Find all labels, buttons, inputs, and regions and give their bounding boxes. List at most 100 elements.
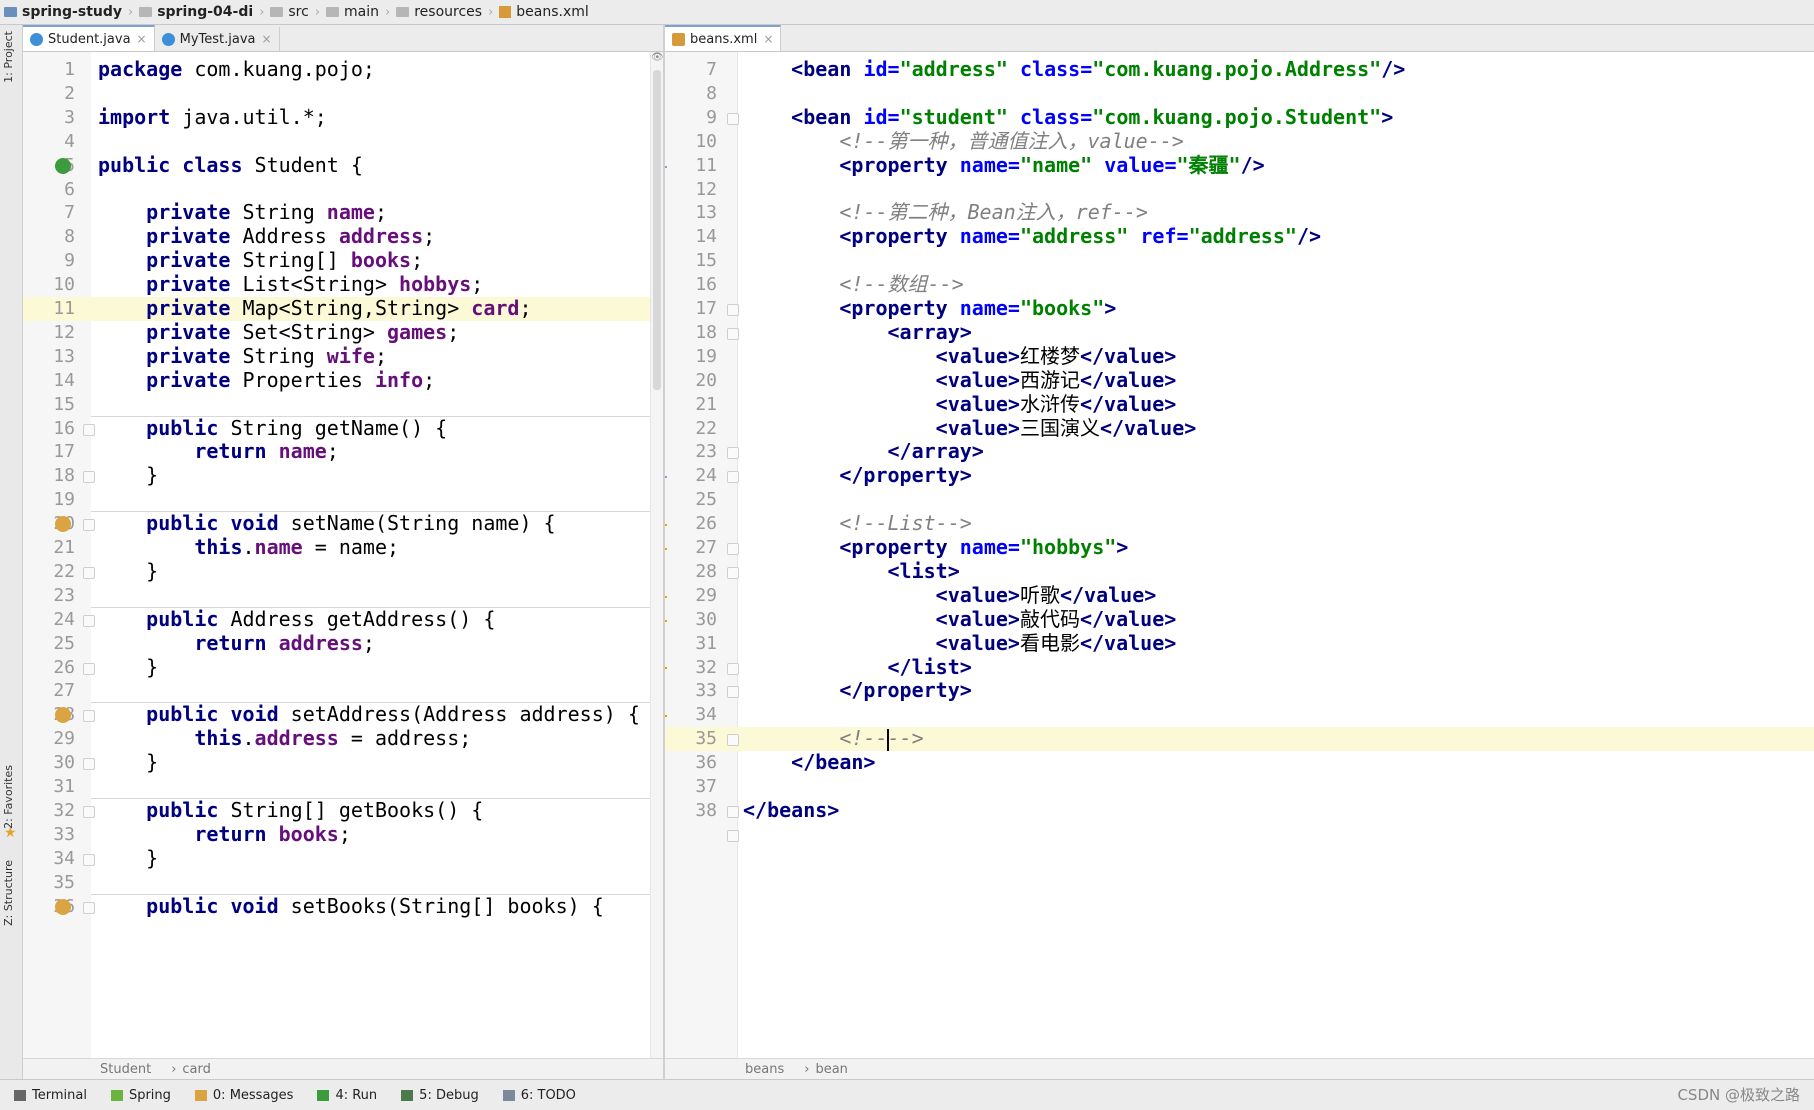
code-line[interactable]: <array> <box>743 320 1814 345</box>
fold-marker-icon[interactable] <box>727 304 739 316</box>
code-line[interactable]: this.name = name; <box>98 535 663 560</box>
breadcrumb-main[interactable]: main <box>322 0 383 24</box>
code-line[interactable]: <property name="name" value="秦疆"/> <box>743 153 1814 178</box>
code-line[interactable] <box>743 703 1814 727</box>
tool-window-0-messages[interactable]: 0: Messages <box>194 1088 293 1103</box>
code-line[interactable] <box>98 679 663 703</box>
fold-marker-icon[interactable] <box>83 662 95 675</box>
fold-marker-icon[interactable] <box>83 758 95 771</box>
code-line[interactable]: <value>红楼梦</value> <box>743 344 1814 369</box>
tab-student-java[interactable]: Student.java × <box>23 25 155 51</box>
fold-marker-icon[interactable] <box>727 566 739 579</box>
code-line[interactable]: <!--List--> <box>743 511 1814 536</box>
code-line[interactable]: public void setAddress(Address address) … <box>98 702 663 727</box>
code-line[interactable]: <value>西游记</value> <box>743 368 1814 393</box>
fold-marker-icon[interactable] <box>83 519 95 532</box>
code-line[interactable]: private Properties info; <box>98 368 663 393</box>
code-line[interactable] <box>98 82 663 106</box>
close-icon[interactable]: × <box>763 32 773 46</box>
code-line[interactable] <box>98 130 663 154</box>
fold-marker-icon[interactable] <box>83 471 95 484</box>
code-line[interactable]: } <box>98 750 663 775</box>
fold-marker-icon[interactable] <box>83 614 95 627</box>
code-line[interactable]: <value>三国演义</value> <box>743 416 1814 441</box>
code-line[interactable]: </list> <box>743 655 1814 680</box>
code-line[interactable]: private Set<String> games; <box>98 320 663 345</box>
code-line[interactable]: private Map<String,String> card; <box>98 296 663 321</box>
property-icon[interactable] <box>55 898 71 915</box>
fold-marker-icon[interactable] <box>83 710 95 723</box>
tool-window-5-debug[interactable]: 5: Debug <box>401 1088 479 1103</box>
fold-marker-icon[interactable] <box>83 901 95 914</box>
code-line[interactable] <box>743 82 1814 106</box>
code-line[interactable]: private String name; <box>98 200 663 225</box>
fold-marker-icon[interactable] <box>83 853 95 866</box>
code-line[interactable] <box>98 871 663 895</box>
code-line[interactable]: import java.util.*; <box>98 105 663 130</box>
code-line[interactable]: <!--第二种，Bean注入，ref--> <box>743 200 1814 225</box>
code-line[interactable]: } <box>98 846 663 871</box>
fold-marker-icon[interactable] <box>727 662 739 675</box>
java-editor[interactable]: 1 package com.kuang.pojo; 2 3 import java.ut… <box>23 52 663 1059</box>
fold-marker-icon[interactable] <box>727 471 739 484</box>
code-line[interactable]: package com.kuang.pojo; <box>98 57 663 82</box>
code-line[interactable] <box>743 178 1814 202</box>
code-line[interactable] <box>98 584 663 608</box>
code-line[interactable]: <property name="books"> <box>743 296 1814 321</box>
breadcrumb-resources[interactable]: resources <box>392 0 486 24</box>
code-line[interactable]: <property name="hobbys"> <box>743 535 1814 560</box>
code-line[interactable]: public void setName(String name) { <box>98 511 663 536</box>
code-line[interactable] <box>98 393 663 417</box>
project-tool-button[interactable]: 1: Project <box>2 31 15 83</box>
fold-marker-icon[interactable] <box>83 423 95 436</box>
code-line[interactable]: <!----> <box>743 726 1814 751</box>
code-line[interactable]: public class Student { <box>98 153 663 178</box>
fold-marker-icon[interactable] <box>727 829 739 842</box>
spring-bean-icon[interactable] <box>55 157 71 174</box>
code-line[interactable]: <value>敲代码</value> <box>743 607 1814 632</box>
code-line[interactable]: } <box>98 655 663 680</box>
code-line[interactable]: } <box>98 463 663 488</box>
code-line[interactable]: <list> <box>743 559 1814 584</box>
fold-marker-icon[interactable] <box>727 112 739 125</box>
code-line[interactable]: public Address getAddress() { <box>98 607 663 632</box>
fold-marker-icon[interactable] <box>727 734 739 747</box>
code-line[interactable] <box>98 488 663 512</box>
code-line[interactable]: public String[] getBooks() { <box>98 798 663 823</box>
breadcrumb-src[interactable]: src <box>266 0 312 24</box>
tab-beans-xml[interactable]: beans.xml × <box>665 25 782 51</box>
code-line[interactable]: <bean id="address" class="com.kuang.pojo… <box>743 57 1814 82</box>
fold-marker-icon[interactable] <box>727 543 739 555</box>
code-line[interactable]: </array> <box>743 439 1814 464</box>
tool-window-6-todo[interactable]: 6: TODO <box>502 1088 576 1103</box>
java-scrollbar-thumb[interactable] <box>653 70 661 390</box>
java-scrollbar[interactable]: 👁 <box>650 52 663 1059</box>
fold-marker-icon[interactable] <box>727 447 739 460</box>
code-line[interactable]: } <box>98 559 663 584</box>
code-line[interactable]: </property> <box>743 678 1814 703</box>
fold-marker-icon[interactable] <box>727 327 739 340</box>
fold-marker-icon[interactable] <box>83 805 95 818</box>
code-line[interactable]: <value>听歌</value> <box>743 583 1814 608</box>
code-line[interactable]: private List<String> hobbys; <box>98 272 663 297</box>
code-line[interactable]: private Address address; <box>98 224 663 249</box>
path-field[interactable]: card <box>182 1062 210 1077</box>
code-line[interactable]: public String getName() { <box>98 416 663 441</box>
code-line[interactable]: return name; <box>98 439 663 464</box>
tool-window-4-run[interactable]: 4: Run <box>317 1088 377 1103</box>
path-root[interactable]: beans <box>745 1062 784 1077</box>
code-line[interactable]: public void setBooks(String[] books) { <box>98 894 663 919</box>
path-class[interactable]: Student <box>100 1062 151 1077</box>
close-icon[interactable]: × <box>262 32 272 46</box>
code-line[interactable]: </bean> <box>743 750 1814 775</box>
tool-window-terminal[interactable]: Terminal <box>14 1088 87 1103</box>
close-icon[interactable]: × <box>137 32 147 46</box>
code-line[interactable] <box>98 775 663 799</box>
code-line[interactable]: <!--第一种，普通值注入，value--> <box>743 129 1814 154</box>
code-line[interactable] <box>743 488 1814 512</box>
fold-marker-icon[interactable] <box>727 686 739 699</box>
structure-tool-button[interactable]: Z: Structure <box>2 860 15 926</box>
code-line[interactable]: <!--数组--> <box>743 272 1814 297</box>
breadcrumb-spring-04-di[interactable]: spring-04-di <box>135 0 257 24</box>
code-line[interactable]: <value>水浒传</value> <box>743 392 1814 417</box>
